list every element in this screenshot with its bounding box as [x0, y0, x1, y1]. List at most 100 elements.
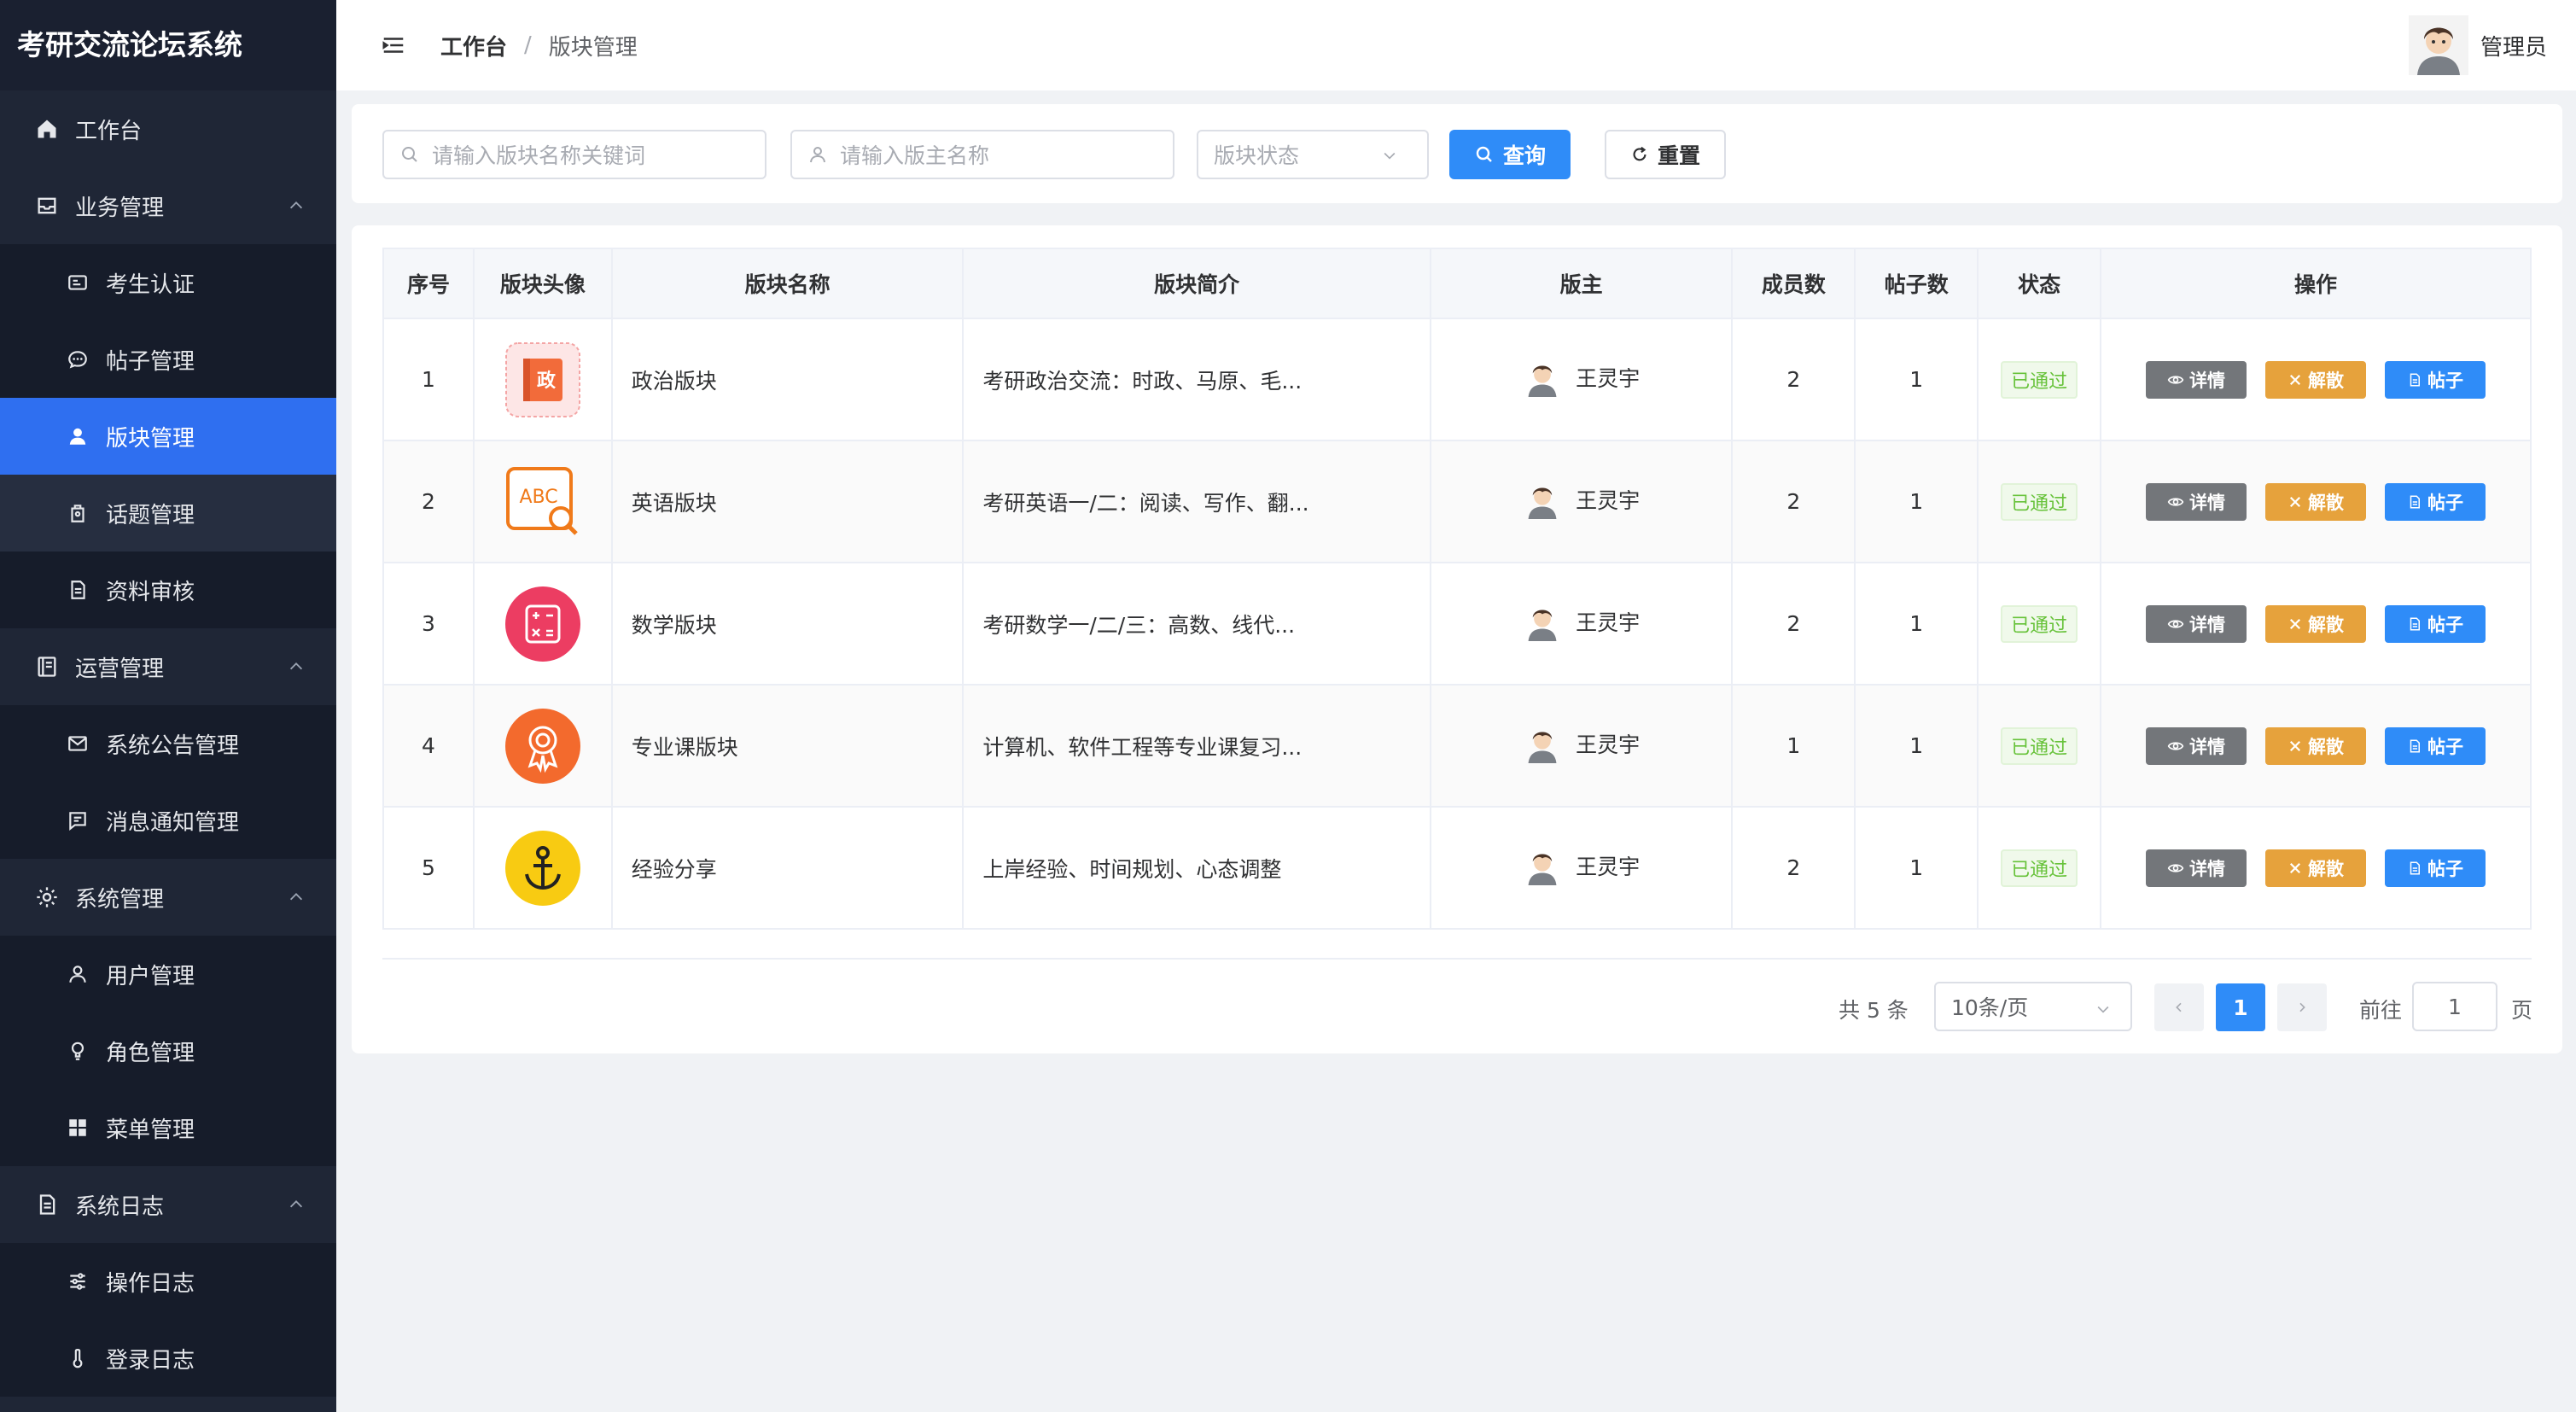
dissolve-button[interactable]: 解散 — [2265, 482, 2367, 521]
detail-button[interactable]: 详情 — [2146, 604, 2247, 643]
bag-icon — [65, 500, 90, 526]
sidebar-item-announcement[interactable]: 系统公告管理 — [0, 705, 336, 782]
app-brand: 考研交流论坛系统 — [0, 0, 336, 90]
column-header: 成员数 — [1731, 248, 1856, 319]
posts-button[interactable]: 帖子 — [2385, 482, 2486, 521]
board-avatar-cell: 政 — [472, 318, 613, 441]
document-icon — [2410, 861, 2421, 874]
board-name-search-input[interactable]: 请输入版块名称关键词 — [382, 130, 766, 179]
page-size-select[interactable]: 10条/页 — [1934, 982, 2132, 1031]
close-icon — [2289, 496, 2301, 507]
close-icon — [2289, 740, 2301, 751]
sidebar-item-user-manage[interactable]: 用户管理 — [0, 936, 336, 1012]
page-number-button[interactable]: 1 — [2216, 983, 2265, 1031]
next-page-button[interactable] — [2277, 983, 2327, 1031]
sidebar-item-dashboard[interactable]: 工作台 — [0, 90, 336, 167]
reset-button[interactable]: 重置 — [1605, 130, 1726, 179]
sidebar-item-material-review[interactable]: 资料审核 — [0, 551, 336, 628]
query-button[interactable]: 查询 — [1449, 130, 1571, 179]
board-name: 政治版块 — [610, 318, 965, 441]
sidebar-group-operations[interactable]: 运营管理 — [0, 628, 336, 705]
user-menu[interactable]: 管理员 — [2408, 15, 2547, 75]
owner-name-placeholder: 请输入版主名称 — [840, 143, 990, 168]
status-badge: 已通过 — [2001, 849, 2078, 887]
posts-button-label: 帖子 — [2427, 370, 2464, 391]
sidebar-item-post-manage[interactable]: 帖子管理 — [0, 321, 336, 398]
posts-button[interactable]: 帖子 — [2385, 849, 2486, 887]
row-index: 5 — [382, 806, 475, 930]
sidebar-item-label: 登录日志 — [106, 1347, 195, 1374]
log-document-icon — [34, 1192, 60, 1217]
user-outline-icon — [65, 961, 90, 987]
status-cell: 已通过 — [1977, 684, 2102, 808]
sidebar-item-student-verify[interactable]: 考生认证 — [0, 244, 336, 321]
close-icon — [2289, 862, 2301, 873]
status-badge: 已通过 — [2001, 726, 2078, 765]
owner-cell: 王灵宇 — [1429, 684, 1734, 808]
owner-avatar — [1523, 357, 1563, 397]
detail-button[interactable]: 详情 — [2146, 482, 2247, 521]
sidebar-item-operation-log[interactable]: 操作日志 — [0, 1243, 336, 1320]
close-icon — [2289, 618, 2301, 629]
sidebar-item-board-manage[interactable]: 版块管理 — [0, 398, 336, 475]
user-name: 管理员 — [2480, 34, 2547, 61]
sidebar-item-label: 系统管理 — [75, 886, 165, 913]
dissolve-button[interactable]: 解散 — [2265, 604, 2367, 643]
award-ribbon-icon — [504, 708, 580, 784]
dissolve-button[interactable]: 解散 — [2265, 360, 2367, 399]
sidebar-group-logs[interactable]: 系统日志 — [0, 1166, 336, 1243]
politics-icon-label: 政 — [537, 370, 557, 392]
posts-button[interactable]: 帖子 — [2385, 360, 2486, 399]
sidebar-item-label: 运营管理 — [75, 656, 165, 682]
detail-button[interactable]: 详情 — [2146, 849, 2247, 887]
detail-button-label: 详情 — [2189, 492, 2226, 513]
anchor-icon — [504, 830, 580, 906]
home-icon — [34, 116, 60, 142]
goto-page-input[interactable]: 1 — [2412, 982, 2497, 1031]
sidebar-item-topic-manage[interactable]: 话题管理 — [0, 475, 336, 551]
board-name-placeholder: 请输入版块名称关键词 — [432, 143, 646, 168]
board-name: 数学版块 — [610, 562, 965, 686]
prev-page-button[interactable] — [2154, 983, 2204, 1031]
detail-button-label: 详情 — [2189, 736, 2226, 757]
sidebar-group-system[interactable]: 系统管理 — [0, 859, 336, 936]
status-badge: 已通过 — [2001, 482, 2078, 521]
board-status-select[interactable]: 版块状态 — [1197, 130, 1429, 179]
collapse-menu-icon[interactable] — [381, 32, 406, 58]
lightbulb-icon — [65, 1038, 90, 1064]
dissolve-button-label: 解散 — [2308, 370, 2345, 391]
ops-cell: 详情 解散 帖子 — [2100, 440, 2532, 563]
sidebar-item-role-manage[interactable]: 角色管理 — [0, 1012, 336, 1089]
status-cell: 已通过 — [1977, 440, 2102, 563]
owner-avatar — [1523, 723, 1563, 763]
chevron-up-icon — [289, 201, 303, 209]
sidebar-item-notification[interactable]: 消息通知管理 — [0, 782, 336, 859]
chevron-left-icon — [2176, 1002, 2182, 1012]
detail-button[interactable]: 详情 — [2146, 360, 2247, 399]
sidebar-item-label: 菜单管理 — [106, 1117, 195, 1143]
status-cell: 已通过 — [1977, 318, 2102, 441]
chevron-down-icon — [2097, 1006, 2109, 1013]
owner-avatar — [1523, 845, 1563, 885]
table-row: 5 经验分享 上岸经验、时间规划、心态调整 王灵宇 2 1 已通过 详情 解散 … — [382, 806, 2532, 930]
eye-icon — [2167, 619, 2184, 628]
owner-name-search-input[interactable]: 请输入版主名称 — [790, 130, 1174, 179]
posts-button[interactable]: 帖子 — [2385, 726, 2486, 765]
sidebar-item-label: 消息通知管理 — [106, 809, 240, 836]
board-avatar-cell — [472, 684, 613, 808]
refresh-icon — [1633, 146, 1646, 161]
sidebar-item-menu-manage[interactable]: 菜单管理 — [0, 1089, 336, 1166]
dissolve-button[interactable]: 解散 — [2265, 726, 2367, 765]
detail-button[interactable]: 详情 — [2146, 726, 2247, 765]
breadcrumb-home[interactable]: 工作台 — [440, 30, 507, 61]
board-intro: 计算机、软件工程等专业课复习... — [962, 684, 1431, 808]
reset-button-label: 重置 — [1657, 143, 1700, 168]
user-outline-icon — [810, 147, 825, 163]
eye-icon — [2167, 741, 2184, 750]
sidebar-group-business[interactable]: 业务管理 — [0, 167, 336, 244]
dissolve-button[interactable]: 解散 — [2265, 849, 2367, 887]
table-row: 1 政 政治版块 考研政治交流：时政、马原、毛... 王灵宇 2 1 已通过 详… — [382, 318, 2532, 441]
notebook-icon — [34, 654, 60, 680]
sidebar-item-login-log[interactable]: 登录日志 — [0, 1320, 336, 1397]
posts-button[interactable]: 帖子 — [2385, 604, 2486, 643]
